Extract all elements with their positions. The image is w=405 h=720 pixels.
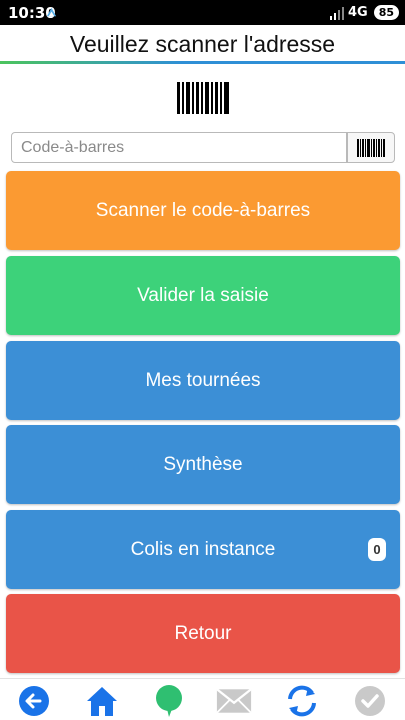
- barcode-small-icon: [357, 138, 385, 157]
- back-button[interactable]: Retour: [6, 594, 400, 673]
- nav-home[interactable]: [84, 683, 120, 719]
- pending-count-badge: 0: [368, 538, 386, 561]
- nav-confirm[interactable]: [352, 683, 388, 719]
- title-divider: [0, 61, 405, 64]
- bottom-nav-bar: [0, 678, 405, 720]
- nav-chat[interactable]: [151, 683, 187, 719]
- status-bar: 10:30 4G 85: [0, 0, 405, 25]
- validate-entry-button[interactable]: Valider la saisie: [6, 256, 400, 335]
- summary-button[interactable]: Synthèse: [6, 425, 400, 504]
- barcode-input-row: [11, 132, 395, 163]
- app-notification-icon: [46, 7, 57, 17]
- chat-bubble-icon: [156, 685, 182, 717]
- check-icon: [355, 686, 385, 716]
- barcode-input[interactable]: [11, 132, 347, 163]
- network-type: 4G: [347, 5, 368, 20]
- scan-barcode-main-button[interactable]: Scanner le code-à-barres: [6, 171, 400, 250]
- page-title: Veuillez scanner l'adresse: [69, 31, 336, 57]
- my-tours-button[interactable]: Mes tournées: [6, 341, 400, 420]
- nav-mail[interactable]: [216, 683, 252, 719]
- status-indicators: 4G 85: [329, 3, 399, 22]
- sync-icon: [288, 685, 316, 717]
- battery-level: 85: [373, 5, 399, 20]
- signal-icon: [329, 6, 344, 20]
- pending-parcels-button[interactable]: Colis en instance 0: [6, 510, 400, 589]
- scan-barcode-button[interactable]: [347, 132, 395, 163]
- back-arrow-icon: [19, 686, 49, 716]
- pending-parcels-label: Colis en instance: [130, 538, 276, 560]
- nav-back[interactable]: [16, 683, 52, 719]
- nav-sync[interactable]: [284, 683, 320, 719]
- barcode-icon: [177, 82, 229, 114]
- mail-icon: [216, 688, 252, 714]
- home-icon: [87, 687, 117, 716]
